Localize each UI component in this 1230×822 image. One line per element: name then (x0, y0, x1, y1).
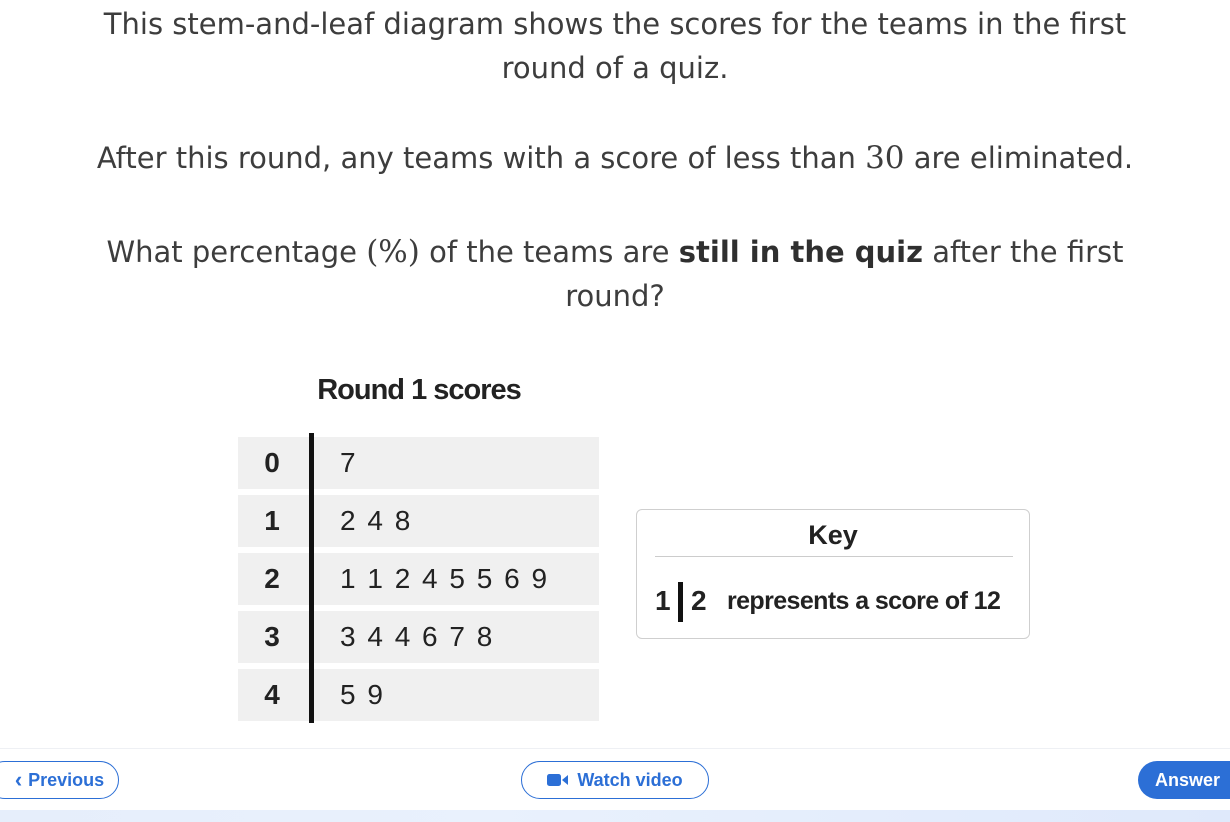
stem-leaf-row: 4 5 9 (238, 669, 599, 721)
stem-cell: 4 (264, 679, 280, 710)
stem-leaf-row: 3 3 4 4 6 7 8 (238, 611, 599, 663)
stem-leaf-row: 0 7 (238, 437, 599, 489)
leaves-cell: 3 4 4 6 7 8 (340, 621, 495, 652)
key-example: 1 2 represents a score of 12 (655, 578, 1025, 624)
question-line-2: After this round, any teams with a score… (0, 136, 1230, 180)
stem-leaf-row: 1 2 4 8 (238, 495, 599, 547)
question-text-1a: This stem-and-leaf diagram shows the sco… (103, 7, 1127, 41)
question-line-3: What percentage (%) of the teams are sti… (0, 230, 1230, 318)
question-text-3-mid: of the teams are (419, 235, 679, 269)
question-text-3-post: after the first (922, 235, 1124, 269)
leaves-cell: 1 1 2 4 5 5 6 9 (340, 563, 550, 594)
watch-video-label: Watch video (577, 769, 683, 790)
stem-cell: 1 (264, 505, 280, 536)
question-text-3-pre: What percentage (106, 235, 367, 269)
watch-video-button[interactable]: Watch video (521, 761, 709, 799)
question-emphasis: still in the quiz (678, 235, 923, 269)
video-camera-icon (547, 774, 569, 786)
stem-leaf-title: Round 1 scores (317, 374, 522, 406)
threshold-number: 30 (865, 140, 905, 176)
key-stem: 1 (655, 585, 671, 616)
previous-button[interactable]: ‹ Previous (0, 761, 119, 799)
bottom-band (0, 810, 1230, 822)
leaves-cell: 7 (340, 447, 358, 478)
stem-leaf-divider (309, 433, 314, 723)
question-text-2-pre: After this round, any teams with a score… (96, 141, 866, 175)
chevron-left-icon: ‹ (14, 767, 23, 792)
answer-label: Answer (1155, 769, 1221, 790)
leaves-cell: 2 4 8 (340, 505, 413, 536)
key-box: Key 1 2 represents a score of 12 (636, 509, 1030, 639)
footer-divider (0, 748, 1230, 749)
question-text-1b: round of a quiz. (501, 51, 729, 85)
stem-cell: 0 (264, 447, 280, 478)
previous-label: Previous (28, 769, 105, 790)
stem-leaf-row: 2 1 1 2 4 5 5 6 9 (238, 553, 599, 605)
stem-leaf-diagram: 0 7 1 2 4 8 2 1 1 2 4 5 5 6 9 3 3 4 4 6 … (238, 433, 599, 723)
key-leaf: 2 (691, 585, 707, 616)
question-line-1: This stem-and-leaf diagram shows the sco… (0, 2, 1230, 90)
key-bar (678, 582, 683, 622)
question-text-2-post: are eliminated. (904, 141, 1134, 175)
key-title: Key (808, 520, 858, 550)
key-divider (655, 556, 1013, 557)
leaves-cell: 5 9 (340, 679, 385, 710)
answer-button[interactable]: Answer (1138, 761, 1230, 799)
percent-symbol: (%) (366, 234, 420, 270)
question-text-3b: round? (565, 279, 665, 313)
stem-cell: 2 (264, 563, 280, 594)
key-description: represents a score of 12 (727, 587, 1001, 615)
stem-cell: 3 (264, 621, 280, 652)
